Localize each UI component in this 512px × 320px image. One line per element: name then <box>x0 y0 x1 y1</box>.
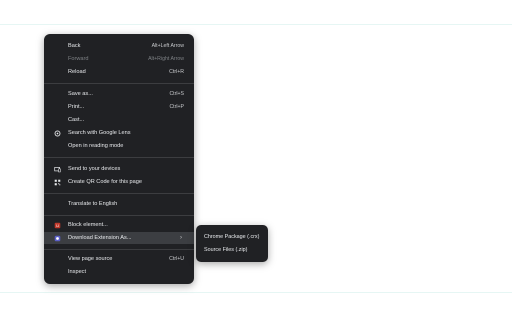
menu-item-qr-code[interactable]: Create QR Code for this page <box>44 176 194 188</box>
chevron-right-icon: › <box>180 235 182 241</box>
qr-code-icon <box>54 179 61 186</box>
google-lens-icon <box>54 130 61 137</box>
menu-item-back-label: Back <box>68 43 81 49</box>
menu-item-view-source-shortcut: Ctrl+U <box>169 256 184 262</box>
menu-item-forward-label: Forward <box>68 56 89 62</box>
menu-item-reload[interactable]: Reload Ctrl+R <box>44 66 194 78</box>
menu-item-search-lens[interactable]: Search with Google Lens <box>44 127 194 139</box>
menu-item-send-devices-label: Send to your devices <box>68 166 121 172</box>
menu-item-block-element[interactable]: u Block element... <box>44 219 194 231</box>
menu-divider <box>44 215 194 216</box>
svg-text:u: u <box>56 223 59 228</box>
menu-item-reload-label: Reload <box>68 69 86 75</box>
menu-item-save-as-label: Save as... <box>68 91 93 97</box>
menu-item-cast-label: Cast... <box>68 117 85 123</box>
submenu-item-source-files-label: Source Files (.zip) <box>204 247 248 253</box>
page-top-border <box>0 24 512 25</box>
menu-item-print-shortcut: Ctrl+P <box>169 104 184 110</box>
submenu-item-chrome-package[interactable]: Chrome Package (.crx) <box>196 231 268 243</box>
page: Back Alt+Left Arrow Forward Alt+Right Ar… <box>0 0 512 320</box>
menu-item-back[interactable]: Back Alt+Left Arrow <box>44 40 194 52</box>
submenu-item-chrome-package-label: Chrome Package (.crx) <box>204 234 260 240</box>
menu-item-download-extension-label: Download Extension As... <box>68 235 132 241</box>
page-bottom-border <box>0 292 512 293</box>
menu-item-back-shortcut: Alt+Left Arrow <box>151 43 184 49</box>
menu-item-reload-shortcut: Ctrl+R <box>169 69 184 75</box>
menu-item-qr-code-label: Create QR Code for this page <box>68 179 142 185</box>
menu-item-search-lens-label: Search with Google Lens <box>68 130 131 136</box>
menu-item-view-source[interactable]: View page source Ctrl+U <box>44 253 194 265</box>
download-extension-submenu: Chrome Package (.crx) Source Files (.zip… <box>196 225 268 262</box>
menu-item-download-extension[interactable]: Download Extension As... › <box>44 232 194 244</box>
menu-item-forward[interactable]: Forward Alt+Right Arrow <box>44 53 194 65</box>
devices-icon <box>54 166 61 173</box>
menu-item-view-source-label: View page source <box>68 256 113 262</box>
menu-item-save-as-shortcut: Ctrl+S <box>169 91 184 97</box>
menu-divider <box>44 249 194 250</box>
context-menu: Back Alt+Left Arrow Forward Alt+Right Ar… <box>44 34 194 284</box>
menu-item-reading-mode[interactable]: Open in reading mode <box>44 140 194 152</box>
extension-icon <box>54 235 61 242</box>
menu-item-print[interactable]: Print... Ctrl+P <box>44 101 194 113</box>
menu-divider <box>44 193 194 194</box>
menu-item-cast[interactable]: Cast... <box>44 114 194 126</box>
menu-item-save-as[interactable]: Save as... Ctrl+S <box>44 88 194 100</box>
menu-item-translate[interactable]: Translate to English <box>44 198 194 210</box>
menu-item-inspect[interactable]: Inspect <box>44 266 194 278</box>
menu-item-reading-mode-label: Open in reading mode <box>68 143 124 149</box>
menu-item-print-label: Print... <box>68 104 85 110</box>
menu-item-inspect-label: Inspect <box>68 269 87 275</box>
menu-divider <box>44 157 194 158</box>
menu-item-translate-label: Translate to English <box>68 201 118 207</box>
submenu-item-source-files[interactable]: Source Files (.zip) <box>196 244 268 256</box>
adblock-icon: u <box>54 222 61 229</box>
menu-item-forward-shortcut: Alt+Right Arrow <box>148 56 184 62</box>
menu-divider <box>44 83 194 84</box>
menu-item-send-devices[interactable]: Send to your devices <box>44 163 194 175</box>
menu-item-block-element-label: Block element... <box>68 222 108 228</box>
